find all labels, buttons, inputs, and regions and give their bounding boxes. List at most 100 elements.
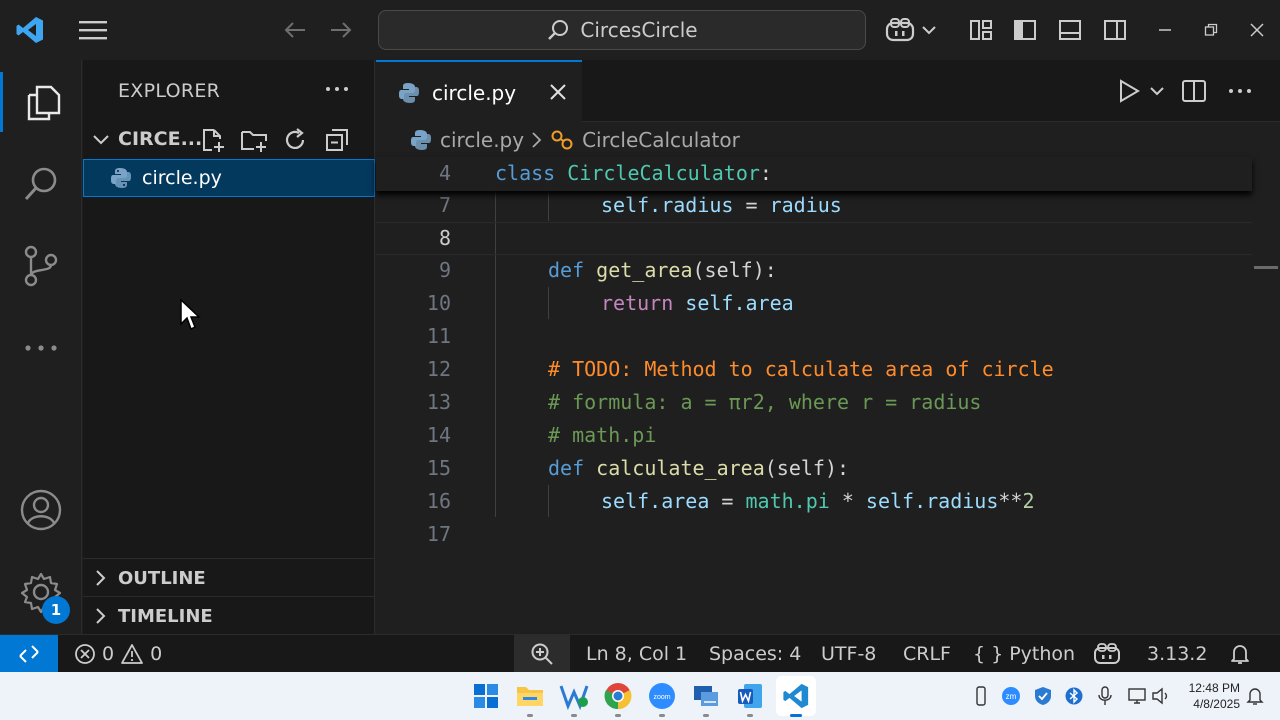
usb-device-icon[interactable] bbox=[970, 684, 992, 708]
line-number: 12 bbox=[426, 357, 451, 381]
sticky-scroll-header[interactable]: 4 class CircleCalculator: bbox=[376, 157, 1252, 191]
menu-icon[interactable] bbox=[76, 14, 110, 46]
volume-icon[interactable] bbox=[1150, 684, 1172, 708]
toggle-primary-sidebar-icon[interactable] bbox=[1010, 14, 1040, 46]
zoom-in-icon bbox=[531, 643, 553, 665]
code-text: return self.area bbox=[601, 291, 794, 315]
chevron-down-icon bbox=[91, 126, 111, 154]
python-version[interactable]: 3.13.2 bbox=[1147, 635, 1207, 673]
end-of-line[interactable]: CRLF bbox=[903, 635, 951, 673]
settings-gear-icon[interactable] bbox=[0, 562, 82, 622]
remote-indicator-button[interactable] bbox=[0, 635, 58, 673]
visual-studio-icon[interactable] bbox=[558, 680, 590, 712]
file-explorer-icon[interactable] bbox=[514, 680, 546, 712]
editor-more-actions-icon[interactable] bbox=[1224, 76, 1256, 106]
warning-count: 0 bbox=[150, 643, 163, 665]
toggle-secondary-sidebar-icon[interactable] bbox=[1100, 14, 1130, 46]
source-control-icon[interactable] bbox=[0, 236, 82, 296]
breadcrumb-file[interactable]: circle.py bbox=[440, 128, 524, 152]
line-number: 9 bbox=[438, 258, 451, 282]
line-number: 10 bbox=[426, 291, 451, 315]
zoom-app-icon[interactable]: zoom bbox=[646, 680, 678, 712]
chevron-right-icon bbox=[91, 565, 111, 591]
language-mode[interactable]: { } Python bbox=[973, 635, 1075, 673]
line-number: 7 bbox=[438, 193, 451, 217]
code-comment: # formula: a = πr2, where r = radius bbox=[548, 390, 982, 414]
remote-desktop-icon[interactable] bbox=[690, 680, 722, 712]
outline-pane-header[interactable]: OUTLINE bbox=[83, 558, 375, 596]
tab-circle-py[interactable]: circle.py bbox=[376, 60, 582, 122]
code-text: def calculate_area(self): bbox=[548, 456, 850, 480]
timeline-pane-header[interactable]: TIMELINE bbox=[83, 596, 375, 634]
line-number: 14 bbox=[426, 423, 451, 447]
code-text: self.radius = radius bbox=[601, 193, 842, 217]
word-icon[interactable] bbox=[734, 680, 766, 712]
copilot-icon[interactable] bbox=[884, 14, 940, 46]
class-symbol-icon bbox=[551, 130, 573, 150]
chevron-down-icon[interactable] bbox=[1146, 76, 1168, 106]
run-python-file-icon[interactable] bbox=[1114, 76, 1144, 106]
code-line: class CircleCalculator: bbox=[495, 161, 772, 185]
security-shield-icon[interactable] bbox=[1032, 684, 1054, 708]
cursor-position[interactable]: Ln 8, Col 1 bbox=[586, 635, 687, 673]
new-file-icon[interactable] bbox=[197, 124, 229, 156]
zoom-tray-icon[interactable]: zm bbox=[1000, 684, 1022, 708]
code-line-16: 16 self.area = math.pi * self.radius**2 bbox=[376, 486, 1252, 519]
refresh-icon[interactable] bbox=[279, 124, 311, 156]
new-folder-icon[interactable] bbox=[238, 124, 270, 156]
folder-name: CIRCE... bbox=[118, 128, 203, 150]
scrollbar-cursor-marker[interactable] bbox=[1254, 266, 1278, 269]
breadcrumb: circle.py CircleCalculator bbox=[376, 123, 1280, 157]
more-views-icon[interactable] bbox=[0, 318, 82, 378]
command-center-search[interactable]: CircesCircle bbox=[378, 10, 866, 50]
network-icon[interactable] bbox=[1126, 684, 1148, 708]
language-label: Python bbox=[1009, 643, 1076, 665]
microphone-icon[interactable] bbox=[1094, 684, 1116, 708]
settings-badge: 1 bbox=[42, 596, 70, 624]
back-arrow-icon[interactable] bbox=[280, 14, 310, 46]
split-editor-icon[interactable] bbox=[1178, 76, 1210, 106]
search-icon bbox=[548, 20, 569, 40]
code-line-17: 17 bbox=[376, 519, 1252, 552]
svg-text:zoom: zoom bbox=[653, 694, 670, 701]
folder-header[interactable]: CIRCE... bbox=[83, 122, 375, 158]
indentation[interactable]: Spaces: 4 bbox=[709, 635, 801, 673]
account-icon[interactable] bbox=[0, 480, 82, 540]
clock-date: 4/8/2025 bbox=[1193, 697, 1240, 711]
error-icon bbox=[75, 644, 95, 664]
code-line-8: 8 bbox=[376, 222, 1252, 255]
line-number: 17 bbox=[426, 522, 451, 546]
outline-label: OUTLINE bbox=[118, 568, 206, 589]
python-file-icon bbox=[111, 168, 131, 188]
copilot-status[interactable] bbox=[1094, 635, 1120, 673]
problems-button[interactable]: 0 0 bbox=[74, 635, 162, 673]
notification-center-icon[interactable] bbox=[1244, 684, 1266, 708]
collapse-all-icon[interactable] bbox=[321, 124, 353, 156]
chrome-icon[interactable] bbox=[602, 680, 634, 712]
customize-layout-icon[interactable] bbox=[966, 14, 996, 46]
close-window-icon[interactable] bbox=[1244, 14, 1270, 46]
search-view-icon[interactable] bbox=[0, 154, 82, 214]
encoding[interactable]: UTF-8 bbox=[821, 635, 876, 673]
restore-icon[interactable] bbox=[1198, 14, 1224, 46]
explorer-more-actions-icon[interactable] bbox=[321, 74, 353, 104]
bluetooth-icon[interactable] bbox=[1063, 684, 1085, 708]
explorer-icon[interactable] bbox=[0, 72, 82, 132]
close-tab-icon[interactable] bbox=[544, 78, 572, 106]
file-item-circle-py[interactable]: circle.py bbox=[83, 159, 375, 197]
code-line-7: 7 self.radius = radius bbox=[376, 190, 1252, 223]
toggle-panel-icon[interactable] bbox=[1055, 14, 1085, 46]
code-line-13: 13 # formula: a = πr2, where r = radius bbox=[376, 387, 1252, 420]
windows-start-icon[interactable] bbox=[470, 680, 502, 712]
chevron-right-icon bbox=[91, 603, 111, 629]
minimize-icon[interactable] bbox=[1152, 14, 1178, 46]
line-number: 15 bbox=[426, 456, 451, 480]
vscode-taskbar-icon[interactable] bbox=[780, 680, 812, 712]
taskbar-clock[interactable]: 12:48 PM 4/8/2025 bbox=[1176, 680, 1240, 712]
code-text: def get_area(self): bbox=[548, 258, 777, 282]
breadcrumb-symbol[interactable]: CircleCalculator bbox=[582, 128, 740, 152]
code-editor[interactable]: 4 class CircleCalculator: 7 self.radius … bbox=[376, 157, 1280, 634]
notifications-button[interactable] bbox=[1228, 635, 1252, 673]
zoom-indicator-button[interactable] bbox=[514, 635, 570, 673]
forward-arrow-icon[interactable] bbox=[326, 14, 356, 46]
